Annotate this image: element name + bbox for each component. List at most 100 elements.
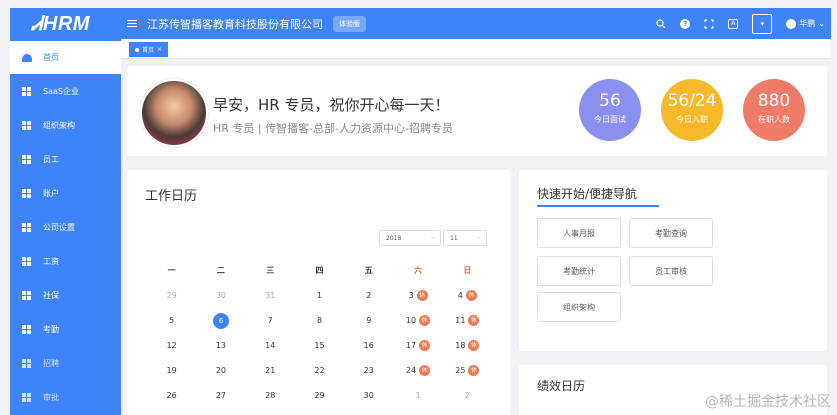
calendar-day[interactable]: 3休 <box>393 290 442 301</box>
quick-link-attendance-stats[interactable]: 考勤统计 <box>537 256 621 286</box>
welcome-card: 早安，HR 专员，祝你开心每一天！ HR 专员 | 传智播客-总部-人力资源中心… <box>127 66 827 156</box>
app-logo[interactable]: ᏗHRM <box>10 8 121 41</box>
theme-dropdown-button[interactable]: ▾ <box>752 13 773 34</box>
year-select[interactable]: 2018 ⌵ <box>379 230 441 246</box>
day-number: 21 <box>265 366 276 375</box>
sidebar-item-label: 员工 <box>43 154 59 164</box>
quick-link-hr-report[interactable]: 人事月报 <box>537 218 621 248</box>
calendar-day[interactable]: 30 <box>344 391 393 400</box>
fullscreen-icon[interactable] <box>704 18 714 29</box>
calendar-day[interactable]: 1 <box>393 391 442 400</box>
calendar-day[interactable]: 1 <box>295 291 344 300</box>
calendar-day[interactable]: 2 <box>344 291 393 300</box>
calendar-day[interactable]: 29 <box>147 291 196 300</box>
user-name: 华鹏 <box>799 19 816 28</box>
calendar-day[interactable]: 28 <box>246 391 295 400</box>
home-icon <box>22 53 32 62</box>
sidebar-item-label: 公司设置 <box>43 222 75 232</box>
day-number: 31 <box>265 291 276 300</box>
calendar-week-row: 19 20 21 22 23 24 休 25 休 <box>147 358 492 383</box>
sidebar-item-company-settings[interactable]: 公司设置 <box>10 210 121 244</box>
stat-onboarding[interactable]: 56/24 今日入职 <box>661 79 723 141</box>
sidebar-item-salary[interactable]: 工资 <box>10 244 121 278</box>
calendar-day[interactable]: 22 <box>295 366 344 375</box>
sidebar-item-accounts[interactable]: 账户 <box>10 176 121 210</box>
day-number: 23 <box>363 366 374 375</box>
calendar-day[interactable]: 8 <box>295 316 344 325</box>
menu-toggle-icon[interactable] <box>127 20 137 27</box>
help-icon[interactable]: ? <box>680 18 691 29</box>
sidebar-item-social-security[interactable]: 社保 <box>10 278 121 312</box>
sidebar-item-label: 首页 <box>43 53 59 62</box>
day-number: 30 <box>215 291 227 300</box>
calendar-day[interactable]: 31 <box>246 291 295 300</box>
day-number: 11 <box>455 316 466 325</box>
calendar-day[interactable]: 18 休 <box>443 340 492 351</box>
performance-calendar-title: 绩效日历 <box>537 379 586 393</box>
calendar-day[interactable]: 30 <box>196 291 245 300</box>
calendar-day[interactable]: 27 <box>196 391 245 400</box>
calendar-day[interactable]: 9 <box>344 316 393 325</box>
grid-icon <box>22 154 31 164</box>
calendar-day[interactable]: 26 <box>147 391 196 400</box>
calendar-day[interactable]: 2 <box>443 391 492 400</box>
calendar-day[interactable]: 6 <box>196 312 245 329</box>
sidebar-item-recruitment[interactable]: 招聘 <box>10 346 121 380</box>
stat-interviews[interactable]: 56 今日面试 <box>579 79 641 141</box>
quick-link-org-structure[interactable]: 组织架构 <box>537 292 621 322</box>
calendar-day[interactable]: 20 <box>196 366 245 375</box>
font-size-icon[interactable]: A <box>728 18 739 29</box>
avatar <box>786 18 797 29</box>
calendar-day[interactable]: 24 休 <box>393 365 442 376</box>
sidebar-item-org[interactable]: 组织架构 <box>10 108 121 142</box>
rest-day-badge: 休 <box>419 315 431 326</box>
day-number: 25 <box>455 366 466 375</box>
rest-day-badge: 休 <box>468 315 480 326</box>
calendar-day[interactable]: 25 休 <box>443 365 492 376</box>
sidebar-item-employees[interactable]: 员工 <box>10 142 121 176</box>
calendar-day[interactable]: 10 休 <box>393 315 442 326</box>
tab-home[interactable]: 首页 × <box>129 42 169 57</box>
calendar-week-row: 12 13 14 15 16 17 休 18 休 <box>147 333 492 358</box>
calendar-day[interactable]: 29 <box>295 391 344 400</box>
calendar-day[interactable]: 4休 <box>443 290 492 301</box>
user-menu[interactable]: 华鹏 ⌄ <box>786 18 825 29</box>
grid-icon <box>22 324 31 334</box>
calendar-day[interactable]: 15 <box>295 341 344 350</box>
quick-link-employee-review[interactable]: 员工审核 <box>629 256 713 286</box>
grid-icon <box>22 290 31 300</box>
day-number: 3 <box>408 291 414 300</box>
calendar-day[interactable]: 19 <box>147 366 196 375</box>
calendar-day[interactable]: 17 休 <box>393 340 442 351</box>
grid-icon <box>22 86 31 96</box>
sidebar-item-approval[interactable]: 审批 <box>10 380 121 414</box>
app-root: ᏗHRM 首页 SaaS企业 组织架构 员工 账户 公司设置 工资 社保 考勤 … <box>0 0 837 415</box>
top-header: 江苏传智播客教育科技股份有限公司 体验版 ? A ▾ 华鹏 ⌄ <box>121 8 831 39</box>
weekday-label: 六 <box>414 266 423 275</box>
trial-badge: 体验版 <box>333 15 366 32</box>
work-calendar-card: 工作日历 2018 ⌵ 11 ⌵ 一二三四五六日 29 30 31 1 2 3 休 4 休 5 6 7 8… <box>127 170 511 415</box>
calendar-grid: 一二三四五六日 29 30 31 1 2 3 休 4 休 5 6 7 8 9 10 休 11 休 12 13 14 15 16… <box>147 258 492 408</box>
quick-link-attendance-query[interactable]: 考勤查询 <box>629 218 713 248</box>
sidebar-item-attendance[interactable]: 考勤 <box>10 312 121 346</box>
rest-day-badge: 休 <box>416 290 428 301</box>
calendar-day[interactable]: 12 <box>147 341 196 350</box>
close-icon[interactable]: × <box>157 46 162 53</box>
day-number: 24 <box>405 366 417 375</box>
day-number: 1 <box>316 291 323 300</box>
grid-icon <box>22 392 31 402</box>
sidebar-item-home[interactable]: 首页 <box>10 41 121 74</box>
month-select[interactable]: 11 ⌵ <box>443 230 487 246</box>
calendar-day[interactable]: 14 <box>246 341 295 350</box>
calendar-day[interactable]: 16 <box>344 341 393 350</box>
calendar-day[interactable]: 11 休 <box>443 315 492 326</box>
calendar-day[interactable]: 5 <box>147 316 196 325</box>
calendar-day[interactable]: 23 <box>344 366 393 375</box>
calendar-day[interactable]: 21 <box>246 366 295 375</box>
calendar-day[interactable]: 13 <box>196 341 245 350</box>
calendar-day[interactable]: 7 <box>246 316 295 325</box>
sidebar-item-saas[interactable]: SaaS企业 <box>10 74 121 108</box>
search-icon[interactable] <box>656 18 666 29</box>
stat-employees[interactable]: 880 在职人数 <box>743 79 805 141</box>
grid-icon <box>22 358 31 368</box>
